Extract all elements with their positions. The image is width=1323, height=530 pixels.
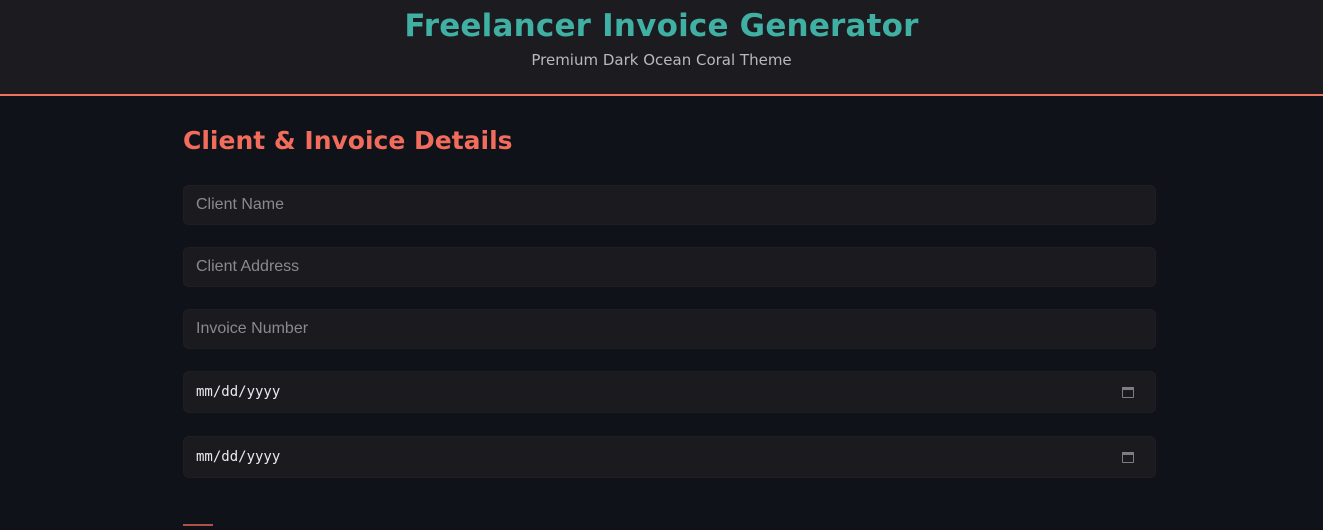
client-name-input[interactable]: Client Name [183,185,1156,225]
invoice-date-text: mm/dd/yyyy [196,384,281,400]
calendar-icon[interactable] [1121,385,1135,399]
calendar-icon[interactable] [1121,450,1135,464]
due-date-text: mm/dd/yyyy [196,449,281,465]
app-subtitle: Premium Dark Ocean Coral Theme [531,51,792,69]
due-date-input[interactable]: mm/dd/yyyy [183,436,1156,478]
app-header: Freelancer Invoice Generator Premium Dar… [0,0,1323,96]
invoice-date-input[interactable]: mm/dd/yyyy [183,371,1156,413]
client-address-placeholder: Client Address [196,258,300,275]
invoice-number-input[interactable]: Invoice Number [183,309,1156,349]
app-title: Freelancer Invoice Generator [404,8,919,44]
invoice-number-placeholder: Invoice Number [196,320,309,337]
section-title-client-invoice-details: Client & Invoice Details [183,126,513,155]
client-address-input[interactable]: Client Address [183,247,1156,287]
next-section-heading-partial [183,524,223,530]
client-name-placeholder: Client Name [196,196,285,213]
